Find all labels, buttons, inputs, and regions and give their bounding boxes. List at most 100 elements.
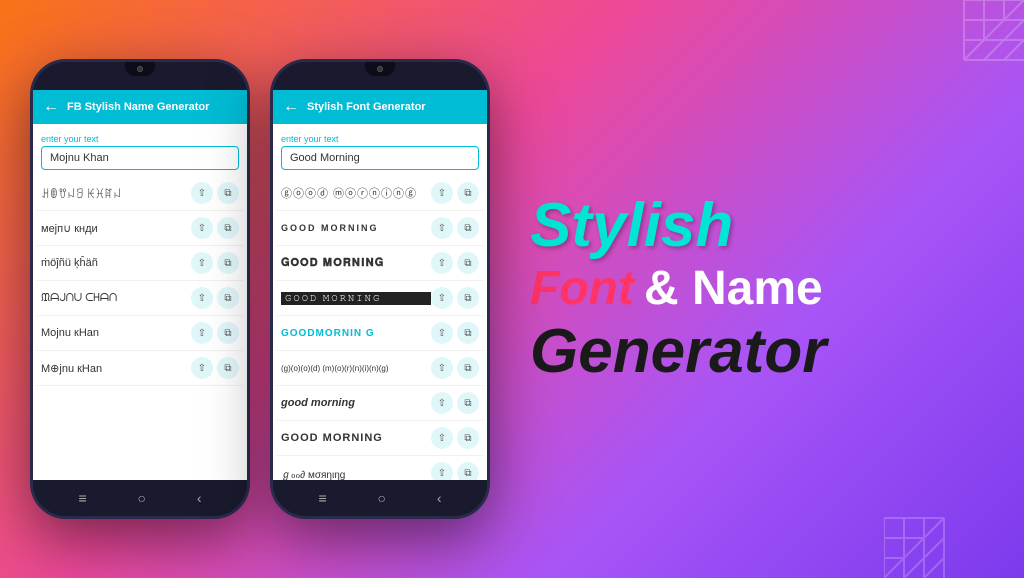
font-actions: ⇧ ⧉ bbox=[431, 217, 479, 239]
input-label-2: enter your text bbox=[281, 134, 479, 144]
share-button[interactable]: ⇧ bbox=[431, 287, 453, 309]
back-arrow-2[interactable]: ← bbox=[283, 98, 299, 116]
nav-menu-2[interactable]: ≡ bbox=[318, 490, 326, 506]
list-item: 𝙶𝙾𝙾𝙳 𝙼𝙾𝚁𝙽𝙸𝙽𝙶 ⇧ ⧉ bbox=[277, 281, 483, 316]
nav-home-1[interactable]: ○ bbox=[138, 490, 146, 506]
phones-container: ← FB Stylish Name Generator enter your t… bbox=[0, 0, 490, 578]
promo-font-name-line: Font & Name bbox=[530, 260, 823, 318]
font-text: GOODMORNIN G bbox=[281, 328, 431, 339]
nav-home-2[interactable]: ○ bbox=[378, 490, 386, 506]
input-area-1: enter your text Mojnu Khan bbox=[33, 124, 247, 176]
share-button[interactable]: ⇧ bbox=[431, 217, 453, 239]
font-text: GOOD MORNING bbox=[281, 432, 431, 444]
font-list-2: ⓖⓞⓞⓓ ⓜⓞⓡⓝⓘⓝⓖ ⇧ ⧉ GOOD MORNING ⇧ ⧉ 𝐆𝐎𝐎𝐃 𝐌… bbox=[273, 176, 487, 480]
share-button[interactable]: ⇧ bbox=[431, 357, 453, 379]
font-actions: ⇧ ⧉ bbox=[191, 322, 239, 344]
copy-button[interactable]: ⧉ bbox=[457, 182, 479, 204]
font-list-1: ꃅꂦꀎꈤꍌ ꀘꁝꍏꈤ ⇧ ⧉ меϳп∪ кнди ⇧ ⧉ ṁöĵñü ķĥäñ bbox=[33, 176, 247, 480]
camera-bump-2 bbox=[365, 62, 395, 76]
list-item: GOOD MORNING ⇧ ⧉ bbox=[277, 421, 483, 456]
copy-button[interactable]: ⧉ bbox=[217, 217, 239, 239]
copy-button[interactable]: ⧉ bbox=[457, 357, 479, 379]
font-text: ᙢᗩᒍᑎᑌ ᑕᕼᗩᑎ bbox=[41, 292, 191, 305]
list-item: ⓖⓞⓞⓓ ⓜⓞⓡⓝⓘⓝⓖ ⇧ ⧉ bbox=[277, 176, 483, 211]
copy-button[interactable]: ⧉ bbox=[457, 392, 479, 414]
phone-top-2 bbox=[273, 62, 487, 90]
share-button[interactable]: ⇧ bbox=[431, 392, 453, 414]
list-item: ṁöĵñü ķĥäñ ⇧ ⧉ bbox=[37, 246, 243, 281]
app-title-1: FB Stylish Name Generator bbox=[67, 101, 209, 113]
font-text: 𝐆𝐎𝐎𝐃 𝐌𝐎𝐑𝐍𝐈𝐍𝐆 bbox=[281, 257, 431, 270]
promo-text: Stylish Font & Name Generator bbox=[490, 192, 1024, 386]
text-input-1[interactable]: Mojnu Khan bbox=[41, 146, 239, 170]
font-actions: ⇧ ⧉ bbox=[191, 182, 239, 204]
share-button[interactable]: ⇧ bbox=[431, 252, 453, 274]
list-item: ᙢᗩᒍᑎᑌ ᑕᕼᗩᑎ ⇧ ⧉ bbox=[37, 281, 243, 316]
list-item: good morning ⇧ ⧉ bbox=[277, 386, 483, 421]
copy-button[interactable]: ⧉ bbox=[217, 287, 239, 309]
font-actions: ⇧ ⧉ bbox=[431, 322, 479, 344]
share-button[interactable]: ⇧ bbox=[431, 322, 453, 344]
app-header-2: ← Stylish Font Generator bbox=[273, 90, 487, 124]
share-button[interactable]: ⇧ bbox=[191, 217, 213, 239]
copy-button[interactable]: ⧉ bbox=[457, 322, 479, 344]
copy-button[interactable]: ⧉ bbox=[217, 182, 239, 204]
share-button[interactable]: ⇧ bbox=[431, 462, 453, 480]
font-actions: ⇧ ⧉ bbox=[191, 357, 239, 379]
copy-button[interactable]: ⧉ bbox=[457, 462, 479, 480]
copy-button[interactable]: ⧉ bbox=[457, 217, 479, 239]
font-text: 𝙶𝙾𝙾𝙳 𝙼𝙾𝚁𝙽𝙸𝙽𝙶 bbox=[281, 292, 431, 305]
list-item: Mojnu кHan ⇧ ⧉ bbox=[37, 316, 243, 351]
copy-button[interactable]: ⧉ bbox=[217, 322, 239, 344]
font-actions: ⇧ ⧉ bbox=[431, 427, 479, 449]
copy-button[interactable]: ⧉ bbox=[217, 252, 239, 274]
list-item: ℊℴℴ∂ мσяηιηg ⇧ ⧉ bbox=[277, 456, 483, 480]
nav-back-1[interactable]: ‹ bbox=[197, 490, 202, 506]
nav-menu-1[interactable]: ≡ bbox=[78, 490, 86, 506]
font-actions: ⇧ ⧉ bbox=[431, 392, 479, 414]
phone-screen-2: ← Stylish Font Generator enter your text… bbox=[273, 90, 487, 480]
input-label-1: enter your text bbox=[41, 134, 239, 144]
share-button[interactable]: ⇧ bbox=[431, 182, 453, 204]
copy-button[interactable]: ⧉ bbox=[217, 357, 239, 379]
share-button[interactable]: ⇧ bbox=[191, 287, 213, 309]
copy-button[interactable]: ⧉ bbox=[457, 287, 479, 309]
camera-dot-1 bbox=[137, 66, 143, 72]
copy-button[interactable]: ⧉ bbox=[457, 252, 479, 274]
list-item: ꃅꂦꀎꈤꍌ ꀘꁝꍏꈤ ⇧ ⧉ bbox=[37, 176, 243, 211]
back-arrow-1[interactable]: ← bbox=[43, 98, 59, 116]
share-button[interactable]: ⇧ bbox=[191, 182, 213, 204]
font-text: ꃅꂦꀎꈤꍌ ꀘꁝꍏꈤ bbox=[41, 186, 191, 201]
share-button[interactable]: ⇧ bbox=[191, 322, 213, 344]
font-actions: ⇧ ⧉ bbox=[431, 462, 479, 480]
font-text: M⊕jnu кHan bbox=[41, 362, 191, 375]
font-text: Mojnu кHan bbox=[41, 327, 191, 339]
text-input-2[interactable]: Good Morning bbox=[281, 146, 479, 170]
list-item: (g)(o)(o)(d) (m)(o)(r)(n)(i)(n)(g) ⇧ ⧉ bbox=[277, 351, 483, 386]
phone-screen-1: ← FB Stylish Name Generator enter your t… bbox=[33, 90, 247, 480]
share-button[interactable]: ⇧ bbox=[431, 427, 453, 449]
list-item: M⊕jnu кHan ⇧ ⧉ bbox=[37, 351, 243, 386]
font-actions: ⇧ ⧉ bbox=[431, 357, 479, 379]
nav-back-2[interactable]: ‹ bbox=[437, 490, 442, 506]
phone-bottom-1: ≡ ○ ‹ bbox=[33, 480, 247, 516]
font-text: ⓖⓞⓞⓓ ⓜⓞⓡⓝⓘⓝⓖ bbox=[281, 185, 431, 201]
font-text: ℊℴℴ∂ мσяηιηg bbox=[281, 466, 431, 481]
list-item: GOODMORNIN G ⇧ ⧉ bbox=[277, 316, 483, 351]
font-text: (g)(o)(o)(d) (m)(o)(r)(n)(i)(n)(g) bbox=[281, 364, 431, 373]
copy-button[interactable]: ⧉ bbox=[457, 427, 479, 449]
share-button[interactable]: ⇧ bbox=[191, 357, 213, 379]
promo-stylish: Stylish bbox=[530, 192, 733, 260]
font-actions: ⇧ ⧉ bbox=[431, 182, 479, 204]
input-area-2: enter your text Good Morning bbox=[273, 124, 487, 176]
list-item: GOOD MORNING ⇧ ⧉ bbox=[277, 211, 483, 246]
phone-1: ← FB Stylish Name Generator enter your t… bbox=[30, 59, 250, 519]
share-button[interactable]: ⇧ bbox=[191, 252, 213, 274]
camera-bump-1 bbox=[125, 62, 155, 76]
phone-bottom-2: ≡ ○ ‹ bbox=[273, 480, 487, 516]
font-actions: ⇧ ⧉ bbox=[191, 252, 239, 274]
app-header-1: ← FB Stylish Name Generator bbox=[33, 90, 247, 124]
font-text: меϳп∪ кнди bbox=[41, 222, 191, 235]
app-title-2: Stylish Font Generator bbox=[307, 101, 426, 113]
phone-2: ← Stylish Font Generator enter your text… bbox=[270, 59, 490, 519]
